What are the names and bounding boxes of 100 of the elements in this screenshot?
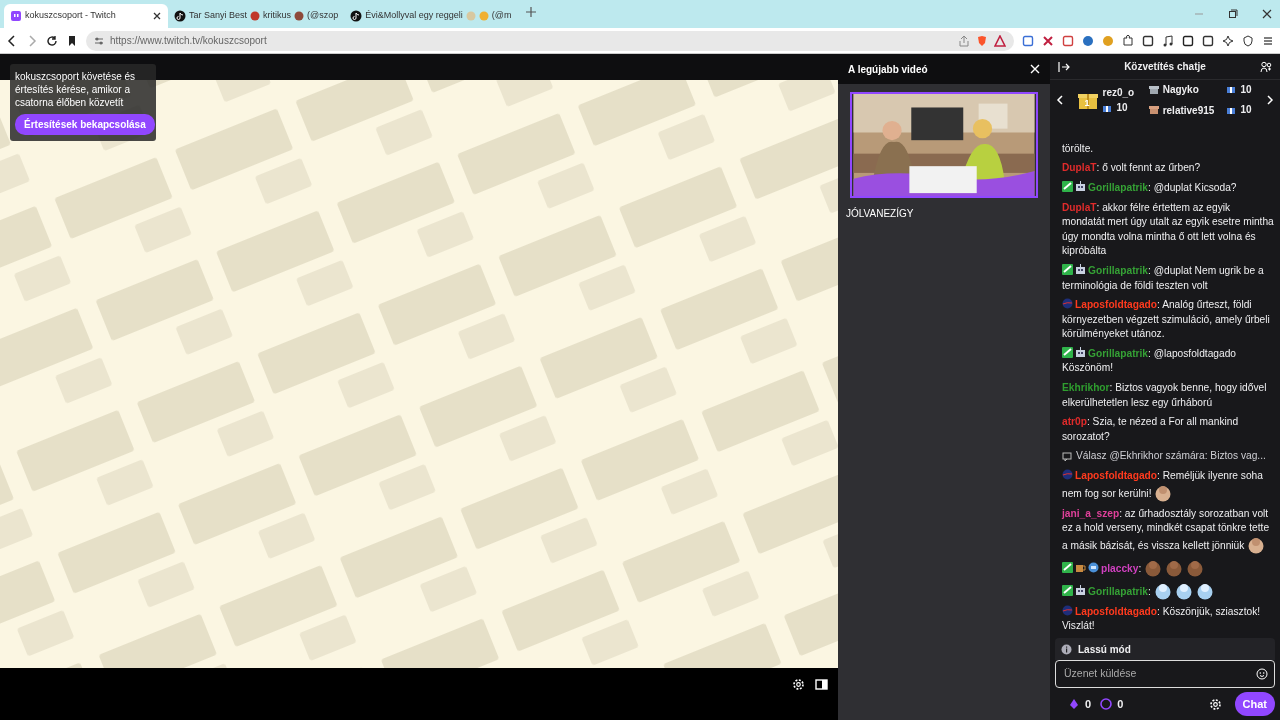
chat-username[interactable]: Gorillapatrik bbox=[1088, 347, 1148, 359]
leaderboard-user: rez0_o bbox=[1102, 86, 1135, 100]
emote-icon bbox=[1186, 558, 1205, 577]
sparkle-icon[interactable] bbox=[1222, 34, 1234, 47]
chat-message: jani_a_szep: az űrhadosztály sorozatban volt ez a hold verseny, mindkét csapat tönkre tette a másik bázisát, és vissza kellett jönniük bbox=[1062, 506, 1274, 554]
music-note-icon[interactable] bbox=[1162, 34, 1174, 47]
chevron-left-icon[interactable] bbox=[1056, 95, 1064, 105]
extension-icon[interactable] bbox=[1182, 34, 1194, 47]
address-bar[interactable]: https://www.twitch.tv/kokuszcsoport bbox=[86, 30, 1014, 51]
chat-message: Laposfoldtagado: Reméljük ilyenre soha nem fog sor kerülni! bbox=[1062, 469, 1274, 502]
url-text: https://www.twitch.tv/kokuszcsoport bbox=[110, 34, 267, 48]
theater-mode-icon[interactable] bbox=[815, 677, 828, 691]
restore-icon[interactable] bbox=[1228, 9, 1238, 19]
checkmark-icon bbox=[1062, 346, 1073, 358]
robot-icon bbox=[1075, 263, 1086, 275]
close-icon[interactable] bbox=[152, 11, 162, 21]
leaderboard-user: relative915 bbox=[1162, 103, 1215, 118]
gift-count: 10 bbox=[1240, 103, 1252, 117]
helmet-icon bbox=[1088, 561, 1099, 573]
chat-username[interactable]: atr0p bbox=[1062, 416, 1087, 428]
gift-count: 10 bbox=[1240, 82, 1252, 97]
leaderboard-user: Nagyko bbox=[1162, 83, 1199, 98]
chat-username[interactable]: DuplaT bbox=[1062, 162, 1097, 174]
notice-text: kokuszcsoport követése és értesítés kérése, amikor a csatorna élőben közvetít bbox=[15, 70, 137, 109]
emote-icon bbox=[1144, 558, 1163, 577]
share-icon[interactable] bbox=[958, 34, 970, 47]
tab-title: Tar Sanyi Best bbox=[189, 9, 248, 23]
chat-message: placcky: bbox=[1062, 558, 1274, 577]
reply-icon bbox=[1062, 451, 1072, 462]
emote-icon bbox=[1153, 581, 1172, 600]
checkmark-icon bbox=[1062, 263, 1073, 275]
chat-input[interactable]: Üzenet küldése bbox=[1062, 665, 1256, 683]
twitch-logo-icon bbox=[10, 10, 22, 22]
emote-icon bbox=[1165, 558, 1184, 577]
chat-username[interactable]: Ekhrikhor bbox=[1062, 382, 1110, 394]
checkmark-icon bbox=[1062, 180, 1073, 192]
extension-icon[interactable] bbox=[1142, 34, 1154, 47]
back-icon[interactable] bbox=[6, 34, 18, 47]
emoji-icon[interactable] bbox=[1256, 668, 1268, 680]
music-note-icon bbox=[350, 10, 363, 22]
chat-username[interactable]: Gorillapatrik bbox=[1088, 181, 1148, 193]
tab-title: (@szop bbox=[307, 9, 339, 23]
tab-title: kokuszcsoport - Twitch bbox=[25, 9, 116, 23]
triangle-icon[interactable] bbox=[994, 34, 1006, 47]
slow-mode-label: Lassú mód bbox=[1078, 642, 1131, 657]
message-field[interactable]: Üzenet küldése bbox=[1055, 660, 1275, 688]
chat-username[interactable]: Gorillapatrik bbox=[1088, 585, 1148, 597]
planet-icon bbox=[1062, 604, 1073, 616]
chat-message: Ekhrikhor: Biztos vagyok benne, hogy idővel elkerülhetetlen lesz egy űrháború bbox=[1062, 381, 1268, 410]
panel-title: A legújabb videó bbox=[848, 62, 928, 77]
lion-shield-icon[interactable] bbox=[976, 34, 988, 47]
chat-message: Gorillapatrik: bbox=[1062, 581, 1274, 600]
close-icon[interactable] bbox=[1262, 9, 1272, 19]
chat-username[interactable]: DuplaT bbox=[1062, 201, 1097, 213]
settings-icon[interactable] bbox=[792, 677, 805, 691]
robot-icon bbox=[1075, 584, 1086, 596]
chat-message: Gorillapatrik: @laposfoldtagado Köszönöm! bbox=[1062, 346, 1237, 376]
music-note-icon bbox=[174, 10, 186, 22]
browser-tab[interactable]: Évi&Mollyval egy reggeli (@m bbox=[344, 4, 518, 28]
notifications-button[interactable]: Értesítések bekapcsolása bbox=[15, 114, 155, 135]
users-icon[interactable] bbox=[1260, 60, 1272, 73]
bookmark-icon[interactable] bbox=[66, 34, 78, 47]
planet-icon bbox=[1062, 298, 1073, 310]
extension-icon[interactable] bbox=[1202, 34, 1214, 47]
gift-icon bbox=[1226, 84, 1237, 94]
info-icon bbox=[1061, 643, 1072, 655]
browser-tab[interactable]: Tar Sanyi Best kritikus (@szop bbox=[168, 4, 345, 28]
browser-tab[interactable]: kokuszcsoport - Twitch bbox=[4, 4, 168, 28]
collapse-icon[interactable] bbox=[1058, 60, 1070, 73]
gift-icon bbox=[1148, 84, 1159, 95]
reply-text: Válasz @Ekhrikhor számára: Biztos vag... bbox=[1076, 449, 1266, 464]
chat-message: Laposfoldtagado: Analóg űrteszt, földi környezetben végzett szimuláció, amely űrbeli körülményeket utánoz. bbox=[1062, 298, 1271, 342]
reload-icon[interactable] bbox=[46, 34, 58, 47]
site-settings-icon bbox=[94, 35, 104, 46]
chat-title: Közvetítés chatje bbox=[1124, 60, 1206, 74]
robot-icon bbox=[1075, 346, 1086, 358]
chat-message: DuplaT: akkor félre értettem az egyik mondatát mert úgy utalt az egyik esetre mintha úgy mondta volna mintha ő ott lett volna és kipróbálta bbox=[1062, 200, 1274, 259]
chat-button[interactable]: Chat bbox=[1234, 691, 1275, 717]
checkmark-icon bbox=[1062, 561, 1073, 573]
menu-icon[interactable] bbox=[1262, 34, 1274, 47]
rank-number: 1 bbox=[1084, 97, 1090, 110]
chat-message: atr0p: Szia, te nézed a For all mankind sorozatot? bbox=[1062, 415, 1240, 444]
extension-icon[interactable] bbox=[1042, 34, 1054, 47]
chat-message: törölte. bbox=[1062, 141, 1095, 156]
tab-title: Évi&Mollyval egy reggeli bbox=[365, 9, 463, 23]
channel-points-icon bbox=[1100, 698, 1113, 710]
chevron-right-icon[interactable] bbox=[1266, 95, 1274, 105]
robot-icon bbox=[1075, 180, 1086, 192]
chat-message: Gorillapatrik: @duplat Nem ugrik be a terminológia de földi teszten volt bbox=[1062, 263, 1265, 293]
emote-icon bbox=[1247, 535, 1266, 554]
emote-icon bbox=[1195, 581, 1214, 600]
chat-message: Laposfoldtagado: Köszönjük, sziasztok! Viszlát! bbox=[1062, 604, 1262, 634]
shield-icon[interactable] bbox=[1242, 34, 1254, 47]
settings-icon[interactable] bbox=[1208, 697, 1222, 711]
channel-name[interactable]: JÓLVANEZÍGY bbox=[838, 206, 1050, 221]
points-count: 0 bbox=[1117, 696, 1124, 712]
new-tab-icon[interactable] bbox=[525, 6, 538, 18]
planet-icon bbox=[1062, 469, 1073, 481]
gift-icon bbox=[1148, 105, 1159, 116]
chat-username[interactable]: Gorillapatrik bbox=[1088, 264, 1148, 276]
